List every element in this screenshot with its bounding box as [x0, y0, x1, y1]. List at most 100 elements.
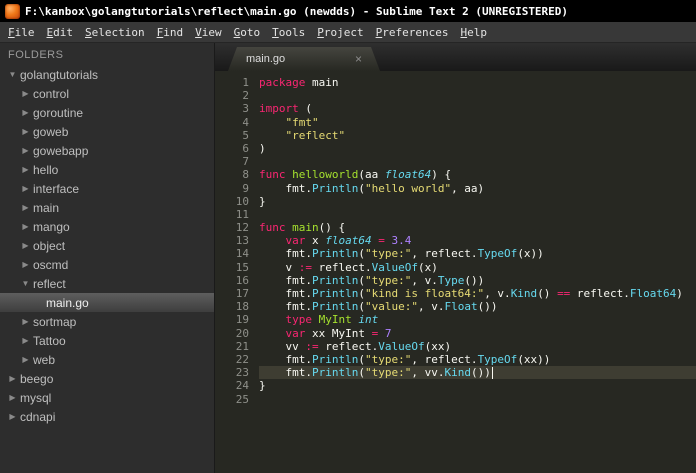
sidebar: FOLDERS ▼ golangtutorials ▶ control ▶ gorouti…	[0, 43, 215, 473]
sidebar-folder-oscmd[interactable]: ▶ oscmd	[0, 255, 214, 274]
code-text: v := reflect.ValueOf(x)	[259, 260, 438, 274]
sidebar-folder-sortmap[interactable]: ▶ sortmap	[0, 312, 214, 331]
triangle-right-icon[interactable]: ▶	[19, 241, 32, 250]
code-line-16[interactable]: 16 fmt.Println("type:", v.Type())	[215, 274, 696, 287]
line-number: 20	[235, 326, 249, 340]
triangle-down-icon[interactable]: ▼	[19, 279, 32, 288]
code-line-8[interactable]: 8 func helloworld(aa float64) {	[215, 168, 696, 181]
menu-project[interactable]: Project	[311, 23, 369, 42]
menu-selection[interactable]: Selection	[79, 23, 151, 42]
menu-preferences[interactable]: Preferences	[370, 23, 455, 42]
code-text: import (	[259, 102, 312, 116]
menu-tools[interactable]: Tools	[266, 23, 311, 42]
tree-item-label: cdnapi	[20, 409, 56, 424]
sublime-text-window: F:\kanbox\golangtutorials\reflect\main.g…	[0, 0, 696, 473]
triangle-down-icon[interactable]: ▼	[6, 70, 19, 79]
sidebar-folder-control[interactable]: ▶ control	[0, 84, 214, 103]
menu-help[interactable]: Help	[454, 23, 493, 42]
triangle-right-icon[interactable]: ▶	[6, 374, 19, 383]
sidebar-folder-mysql[interactable]: ▶ mysql	[0, 388, 214, 407]
code-line-14[interactable]: 14 fmt.Println("type:", reflect.TypeOf(x…	[215, 247, 696, 260]
code-line-24[interactable]: 24}	[215, 379, 696, 392]
code-line-3[interactable]: 3 import (	[215, 102, 696, 115]
line-number: 1	[242, 76, 249, 89]
code-text: var x float64 = 3.4	[285, 234, 412, 248]
line-number: 7	[242, 155, 249, 169]
triangle-right-icon[interactable]: ▶	[6, 393, 19, 402]
line-number: 3	[242, 102, 249, 116]
sidebar-folder-goweb[interactable]: ▶ goweb	[0, 122, 214, 141]
code-line-6[interactable]: 6)	[215, 142, 696, 155]
menu-goto[interactable]: Goto	[228, 23, 267, 42]
line-number: 22	[235, 352, 249, 366]
sidebar-file-main-go[interactable]: main.go	[0, 293, 214, 312]
code-line-2[interactable]: 2	[215, 89, 696, 102]
sidebar-folder-gowebapp[interactable]: ▶ gowebapp	[0, 141, 214, 160]
tab-main-go[interactable]: main.go ×	[228, 47, 380, 71]
triangle-right-icon[interactable]: ▶	[19, 260, 32, 269]
code-line-15[interactable]: 15 v := reflect.ValueOf(x)	[215, 261, 696, 274]
triangle-right-icon[interactable]: ▶	[19, 222, 32, 231]
sidebar-folder-interface[interactable]: ▶ interface	[0, 179, 214, 198]
code-line-5[interactable]: 5 "reflect"	[215, 129, 696, 142]
triangle-right-icon[interactable]: ▶	[6, 412, 19, 421]
triangle-right-icon[interactable]: ▶	[19, 108, 32, 117]
triangle-right-icon[interactable]: ▶	[19, 203, 32, 212]
code-line-19[interactable]: 19 type MyInt int	[215, 313, 696, 326]
triangle-right-icon[interactable]: ▶	[19, 165, 32, 174]
triangle-right-icon[interactable]: ▶	[19, 336, 32, 345]
code-text: func main() {	[259, 221, 346, 235]
menu-view[interactable]: View	[189, 23, 228, 42]
sidebar-folder-beego[interactable]: ▶ beego	[0, 369, 214, 388]
code-line-20[interactable]: 20 var xx MyInt = 7	[215, 327, 696, 340]
sidebar-folder-object[interactable]: ▶ object	[0, 236, 214, 255]
code-line-21[interactable]: 21 vv := reflect.ValueOf(xx)	[215, 340, 696, 353]
sidebar-folder-web[interactable]: ▶ web	[0, 350, 214, 369]
tab-label: main.go	[246, 53, 286, 65]
code-line-18[interactable]: 18 fmt.Println("value:", v.Float())	[215, 300, 696, 313]
sidebar-folder-mango[interactable]: ▶ mango	[0, 217, 214, 236]
triangle-right-icon[interactable]: ▶	[19, 317, 32, 326]
sidebar-folder-hello[interactable]: ▶ hello	[0, 160, 214, 179]
code-line-12[interactable]: 12 func main() {	[215, 221, 696, 234]
tab-close-icon[interactable]: ×	[355, 53, 362, 65]
sidebar-folder-main[interactable]: ▶ main	[0, 198, 214, 217]
menu-file[interactable]: File	[2, 23, 41, 42]
line-number: 24	[235, 379, 249, 393]
code-line-23[interactable]: 23 fmt.Println("type:", vv.Kind())	[215, 366, 696, 380]
tree-item-label: sortmap	[33, 314, 77, 329]
code-editor[interactable]: 1 package main 2 3 import (4 "fmt" 5 "reflect…	[215, 71, 696, 473]
code-line-9[interactable]: 9 fmt.Println("hello world", aa)	[215, 182, 696, 195]
code-line-17[interactable]: 17 fmt.Println("kind is float64:", v.Kin…	[215, 287, 696, 300]
code-line-25[interactable]: 25	[215, 393, 696, 406]
code-text: var xx MyInt = 7	[285, 326, 392, 340]
code-text: )	[259, 141, 266, 155]
triangle-right-icon[interactable]: ▶	[19, 89, 32, 98]
code-line-13[interactable]: 13 var x float64 = 3.4	[215, 234, 696, 247]
triangle-right-icon[interactable]: ▶	[19, 184, 32, 193]
code-text: "reflect"	[285, 128, 346, 142]
sidebar-folder-cdnapi[interactable]: ▶ cdnapi	[0, 407, 214, 426]
triangle-right-icon[interactable]: ▶	[19, 355, 32, 364]
sidebar-folder-reflect[interactable]: ▼ reflect	[0, 274, 214, 293]
sidebar-folder-tattoo[interactable]: ▶ Tattoo	[0, 331, 214, 350]
code-line-4[interactable]: 4 "fmt"	[215, 116, 696, 129]
code-line-22[interactable]: 22 fmt.Println("type:", reflect.TypeOf(x…	[215, 353, 696, 366]
code-text: fmt.Println("type:", reflect.TypeOf(xx))	[259, 352, 551, 366]
line-number: 17	[235, 287, 249, 300]
sidebar-folder-goroutine[interactable]: ▶ goroutine	[0, 103, 214, 122]
menu-find[interactable]: Find	[151, 23, 190, 42]
code-line-7[interactable]: 7	[215, 155, 696, 168]
line-number: 14	[235, 247, 249, 261]
code-line-1[interactable]: 1 package main	[215, 76, 696, 89]
menu-edit[interactable]: Edit	[41, 23, 80, 42]
tree-item-label: goroutine	[33, 105, 84, 120]
code-line-11[interactable]: 11	[215, 208, 696, 221]
sidebar-folder-golangtutorials[interactable]: ▼ golangtutorials	[0, 65, 214, 84]
triangle-right-icon[interactable]: ▶	[19, 127, 32, 136]
line-number: 18	[235, 300, 249, 314]
triangle-right-icon[interactable]: ▶	[19, 146, 32, 155]
code-line-10[interactable]: 10}	[215, 195, 696, 208]
text-cursor	[491, 367, 493, 380]
